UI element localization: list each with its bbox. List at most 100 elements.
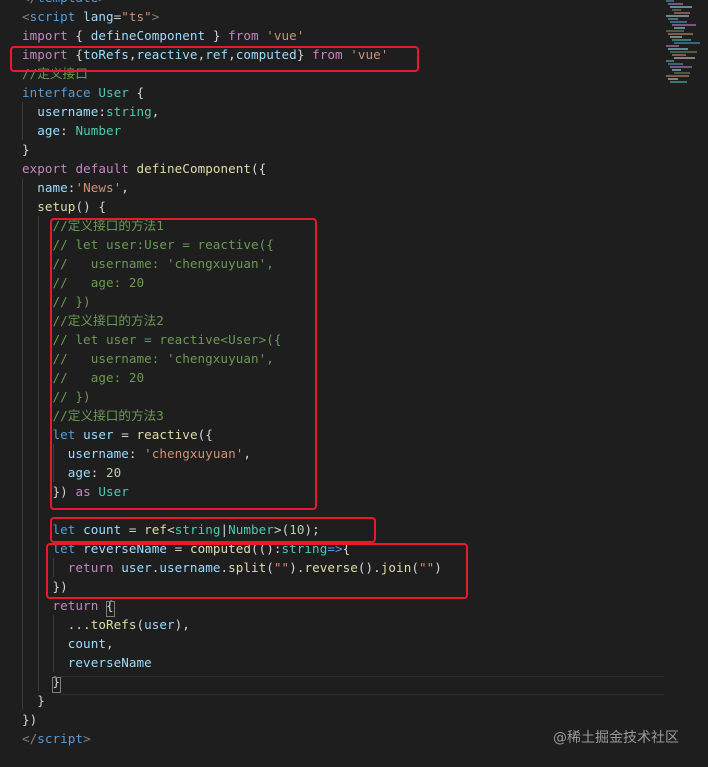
indent-guide bbox=[53, 558, 54, 577]
code-token: // age: 20 bbox=[52, 275, 145, 290]
minimap-line bbox=[674, 12, 690, 14]
code-token: reactive bbox=[136, 47, 198, 62]
code-line[interactable]: // age: 20 bbox=[22, 368, 145, 387]
code-token: "" bbox=[418, 560, 435, 575]
code-line[interactable]: setup() { bbox=[22, 197, 106, 216]
minimap-line bbox=[670, 6, 692, 8]
code-token: reverseName bbox=[67, 655, 152, 670]
code-token: > bbox=[98, 0, 106, 5]
code-token: count bbox=[83, 522, 122, 537]
minimap-line bbox=[666, 75, 689, 77]
code-line[interactable]: interface User { bbox=[22, 83, 144, 102]
code-line[interactable]: export default defineComponent({ bbox=[22, 159, 266, 178]
code-line[interactable]: // age: 20 bbox=[22, 273, 145, 292]
code-token: from bbox=[228, 28, 259, 43]
code-line[interactable]: } bbox=[22, 140, 30, 159]
code-token: = bbox=[113, 427, 137, 442]
code-token: lang bbox=[83, 9, 114, 24]
code-line[interactable]: name:'News', bbox=[22, 178, 129, 197]
code-token: { bbox=[67, 28, 91, 43]
code-token: . bbox=[220, 560, 229, 575]
code-token: template bbox=[37, 0, 98, 5]
code-token: toRefs bbox=[90, 617, 137, 632]
code-token: ( bbox=[136, 617, 145, 632]
code-token: = bbox=[167, 541, 190, 556]
code-token: => bbox=[327, 541, 343, 556]
minimap-line bbox=[674, 27, 685, 29]
code-token: as bbox=[75, 484, 91, 499]
code-token: , bbox=[121, 180, 129, 195]
code-line[interactable]: </template> bbox=[22, 0, 106, 7]
code-line[interactable]: count, bbox=[22, 634, 114, 653]
code-line[interactable]: import { defineComponent } from 'vue' bbox=[22, 26, 304, 45]
code-line[interactable]: </script> bbox=[22, 729, 91, 748]
code-token: ( bbox=[266, 560, 274, 575]
minimap-line bbox=[666, 60, 674, 62]
code-token: , bbox=[243, 446, 251, 461]
code-line[interactable]: let reverseName = computed(():string=>{ bbox=[22, 539, 351, 558]
code-line[interactable]: let count = ref<string|Number>(10); bbox=[22, 520, 320, 539]
minimap[interactable] bbox=[666, 0, 700, 90]
code-line[interactable]: let user = reactive({ bbox=[22, 425, 213, 444]
code-line[interactable]: }) bbox=[22, 577, 68, 596]
code-line[interactable]: username: 'chengxuyuan', bbox=[22, 444, 251, 463]
code-line[interactable]: <script lang="ts"> bbox=[22, 7, 159, 26]
code-token: setup bbox=[37, 199, 76, 214]
code-token: reactive bbox=[136, 427, 198, 442]
code-line[interactable]: return user.username.split("").reverse()… bbox=[22, 558, 442, 577]
code-token: computed bbox=[189, 541, 251, 556]
code-line[interactable]: age: 20 bbox=[22, 463, 121, 482]
code-token: reverse bbox=[304, 560, 358, 575]
minimap-line bbox=[666, 30, 684, 32]
code-line[interactable]: import {toRefs,reactive,ref,computed} fr… bbox=[22, 45, 388, 64]
code-token: < bbox=[167, 522, 175, 537]
code-line[interactable]: //定义接口的方法2 bbox=[22, 311, 164, 330]
code-line[interactable]: return { bbox=[22, 596, 114, 615]
minimap-line bbox=[674, 57, 695, 59]
code-line[interactable]: // username: 'chengxuyuan', bbox=[22, 349, 274, 368]
code-line[interactable]: }) bbox=[22, 710, 37, 729]
code-token: Number bbox=[228, 522, 274, 537]
code-token: //定义接口的方法3 bbox=[52, 408, 164, 423]
code-token: }) bbox=[52, 484, 76, 499]
code-line[interactable]: } bbox=[22, 691, 45, 710]
code-line[interactable]: username:string, bbox=[22, 102, 159, 121]
code-token: ref bbox=[205, 47, 229, 62]
watermark: @稀土掘金技术社区 bbox=[553, 730, 679, 746]
code-line[interactable]: // let user = reactive<User>({ bbox=[22, 330, 282, 349]
code-token: : bbox=[128, 446, 145, 461]
code-token: : bbox=[60, 123, 76, 138]
code-token: > bbox=[151, 9, 160, 24]
code-line[interactable]: // }) bbox=[22, 387, 91, 406]
code-token: from bbox=[312, 47, 343, 62]
code-line[interactable]: reverseName bbox=[22, 653, 152, 672]
indent-guide bbox=[53, 615, 54, 672]
code-token: >( bbox=[273, 522, 290, 537]
code-token: , bbox=[228, 47, 236, 62]
minimap-line bbox=[672, 9, 681, 11]
code-line[interactable]: //定义接口 bbox=[22, 64, 88, 83]
code-token: ({ bbox=[251, 161, 267, 176]
code-line[interactable]: age: Number bbox=[22, 121, 121, 140]
code-token: }) bbox=[22, 712, 38, 727]
code-line[interactable]: // let user:User = reactive({ bbox=[22, 235, 274, 254]
code-token: age bbox=[37, 123, 61, 138]
indent-guide bbox=[53, 444, 54, 482]
code-token: "" bbox=[273, 560, 290, 575]
code-line[interactable]: //定义接口的方法1 bbox=[22, 216, 164, 235]
code-line[interactable]: // }) bbox=[22, 292, 91, 311]
code-token: Number bbox=[75, 123, 122, 138]
code-token: // age: 20 bbox=[52, 370, 145, 385]
code-token: </ bbox=[22, 731, 38, 746]
code-line[interactable]: //定义接口的方法3 bbox=[22, 406, 164, 425]
code-line[interactable]: // username: 'chengxuyuan', bbox=[22, 254, 274, 273]
code-token: string bbox=[281, 541, 328, 556]
minimap-line bbox=[672, 39, 691, 41]
code-line[interactable]: ...toRefs(user), bbox=[22, 615, 190, 634]
